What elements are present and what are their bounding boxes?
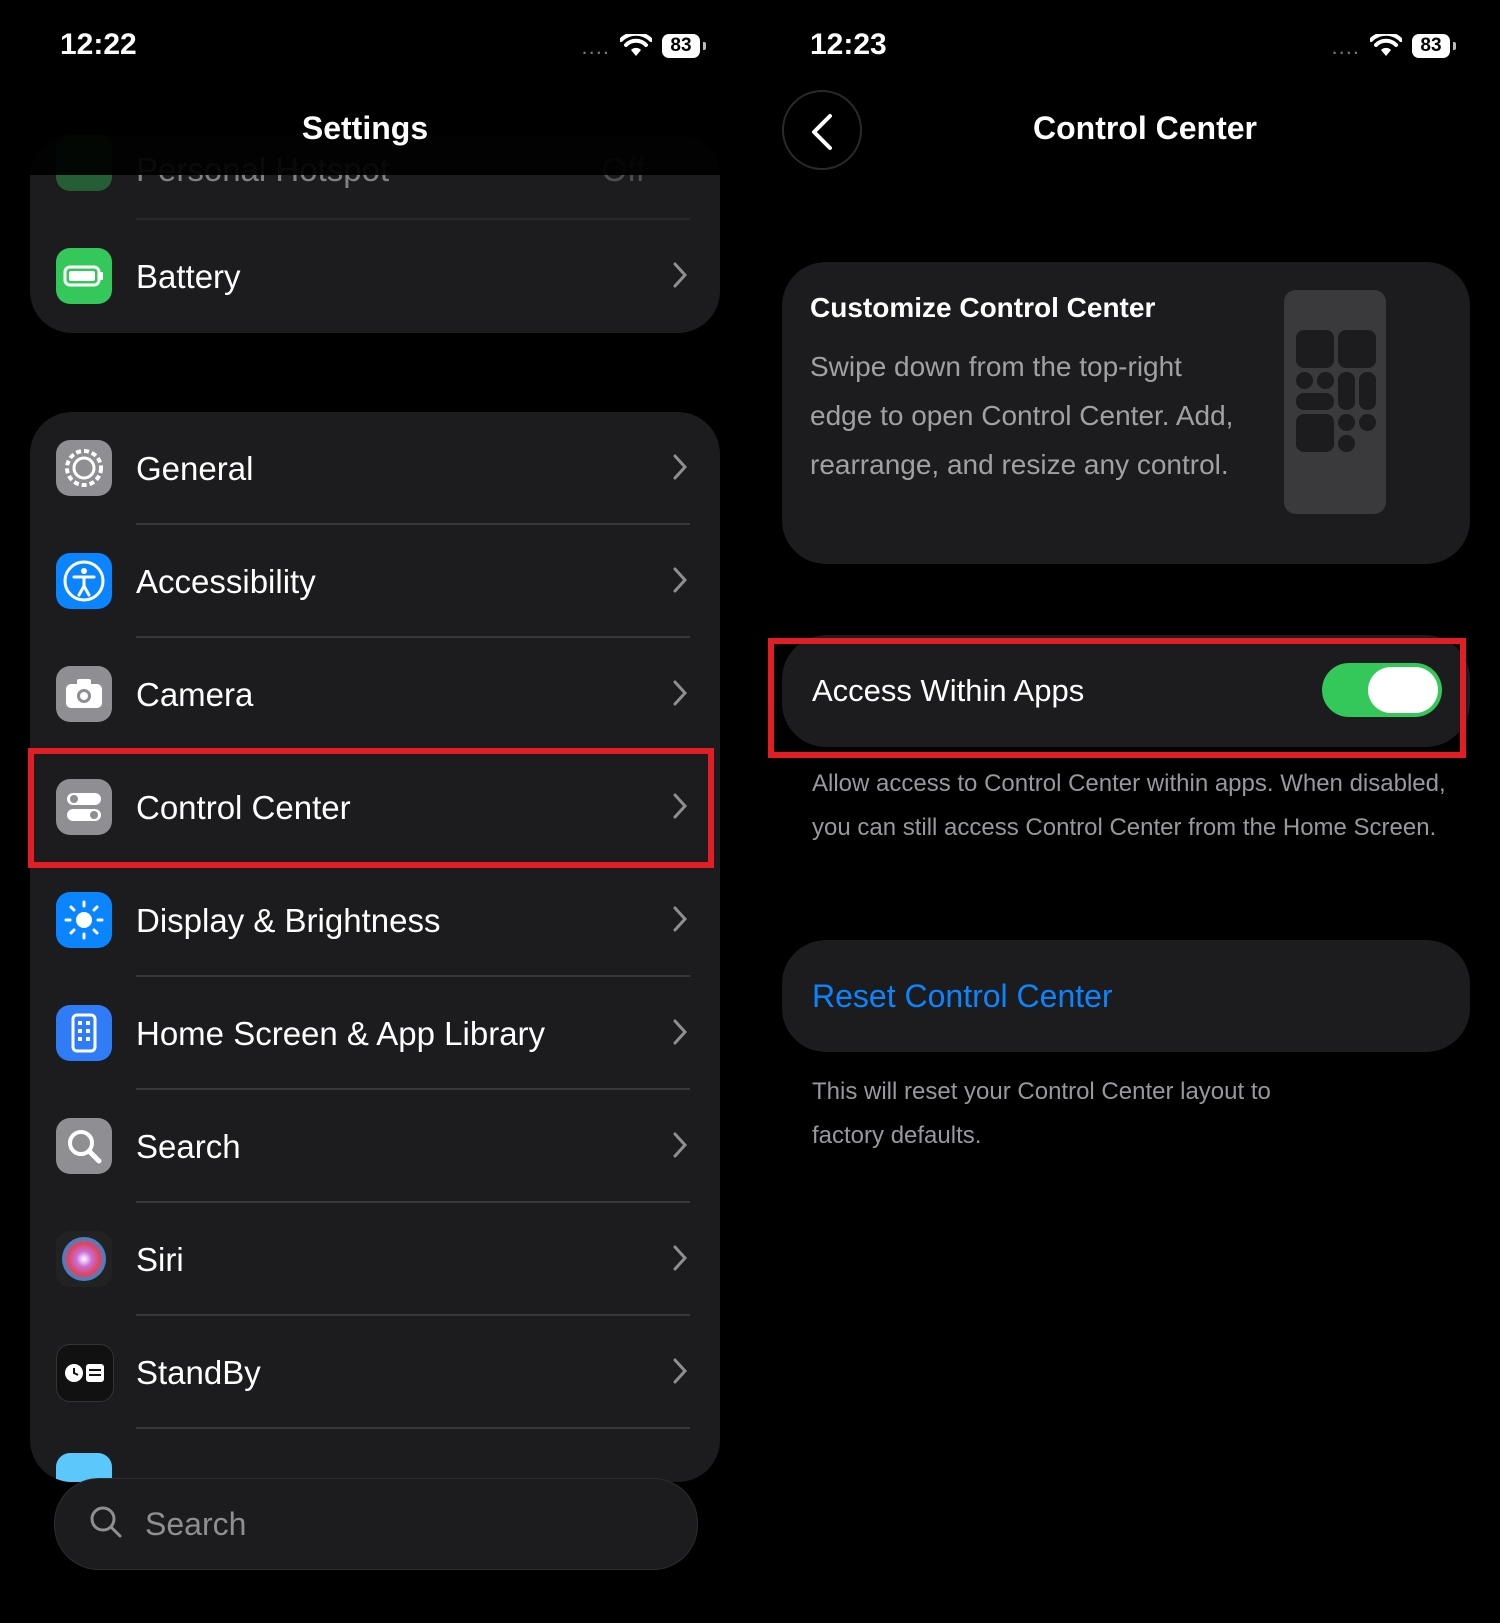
settings-item-camera[interactable]: Camera: [30, 638, 720, 751]
settings-item-accessibility[interactable]: Accessibility: [30, 525, 720, 638]
status-time: 12:22: [60, 28, 137, 61]
sun-icon: [56, 892, 112, 948]
status-time: 12:23: [810, 28, 887, 61]
settings-item-home-screen[interactable]: Home Screen & App Library: [30, 977, 720, 1090]
settings-item-general[interactable]: General: [30, 412, 720, 525]
access-footnote: Allow access to Control Center within ap…: [812, 770, 1446, 841]
home-screen-icon: [56, 1005, 112, 1061]
accessibility-icon: [56, 553, 112, 609]
settings-item-standby[interactable]: StandBy: [30, 1316, 720, 1429]
chevron-right-icon: [673, 454, 688, 480]
customize-description: Swipe down from the top-right edge to op…: [810, 351, 1234, 480]
main-settings-group: General Accessibility Camera Control Cen…: [30, 412, 720, 1482]
page-title: Settings: [301, 110, 429, 146]
settings-item-search[interactable]: Search: [30, 1090, 720, 1203]
highlight-access-within-apps: [768, 638, 1466, 758]
customize-title: Customize Control Center: [810, 292, 1156, 323]
chevron-right-icon: [673, 1358, 688, 1384]
item-label: Search: [136, 1128, 241, 1165]
settings-screen: 12:22 .... 83 Personal Hotspot Off Batte…: [0, 0, 730, 1623]
item-label: General: [136, 450, 254, 487]
item-label: Home Screen & App Library: [136, 1015, 546, 1052]
reset-row[interactable]: Reset Control Center: [782, 940, 1470, 1052]
chevron-right-icon: [673, 680, 688, 706]
battery-icon: [56, 248, 112, 304]
item-label: Accessibility: [136, 563, 316, 600]
item-label: Siri: [136, 1241, 184, 1278]
chevron-right-icon: [673, 262, 688, 288]
nav-bar: 12:22 .... 83 Settings: [0, 0, 730, 175]
chevron-right-icon: [673, 906, 688, 932]
settings-item-display-brightness[interactable]: Display & Brightness: [30, 864, 720, 977]
chevron-right-icon: [673, 1132, 688, 1158]
wifi-icon: [619, 31, 653, 63]
page-title: Control Center: [1033, 110, 1257, 146]
item-label: Battery: [136, 258, 241, 295]
reset-footnote: This will reset your Control Center layo…: [812, 1078, 1271, 1149]
search-icon: [90, 1506, 122, 1538]
search-placeholder: Search: [145, 1506, 247, 1542]
chevron-right-icon: [673, 567, 688, 593]
settings-item-siri[interactable]: Siri: [30, 1203, 720, 1316]
status-bar: 12:23 .... 83: [750, 28, 1480, 68]
search-input[interactable]: Search: [54, 1478, 698, 1570]
chevron-right-icon: [673, 1019, 688, 1045]
battery-indicator: 83: [662, 34, 706, 58]
battery-indicator: 83: [1412, 34, 1456, 58]
gear-icon: [56, 440, 112, 496]
item-label: StandBy: [136, 1354, 261, 1391]
chevron-right-icon: [673, 1245, 688, 1271]
customize-card: Customize Control Center Swipe down from…: [782, 262, 1470, 564]
siri-icon: [56, 1231, 112, 1287]
standby-icon: [56, 1344, 114, 1402]
settings-item-battery[interactable]: Battery: [30, 220, 720, 333]
cellular-signal-icon: ....: [1331, 34, 1360, 59]
reset-control-center-button[interactable]: Reset Control Center: [812, 940, 1113, 1052]
search-icon: [56, 1118, 112, 1174]
highlight-control-center: [28, 748, 714, 868]
settings-item-partial: [30, 1429, 720, 1482]
control-center-screen: 12:23 .... 83 Control Center Customize C…: [750, 0, 1480, 1623]
control-center-preview-image: [1284, 290, 1386, 514]
status-bar: 12:22 .... 83: [0, 28, 730, 68]
item-label: Display & Brightness: [136, 902, 441, 939]
cellular-signal-icon: ....: [581, 34, 610, 59]
camera-icon: [56, 666, 112, 722]
item-label: Camera: [136, 676, 254, 713]
wifi-icon: [1369, 31, 1403, 63]
